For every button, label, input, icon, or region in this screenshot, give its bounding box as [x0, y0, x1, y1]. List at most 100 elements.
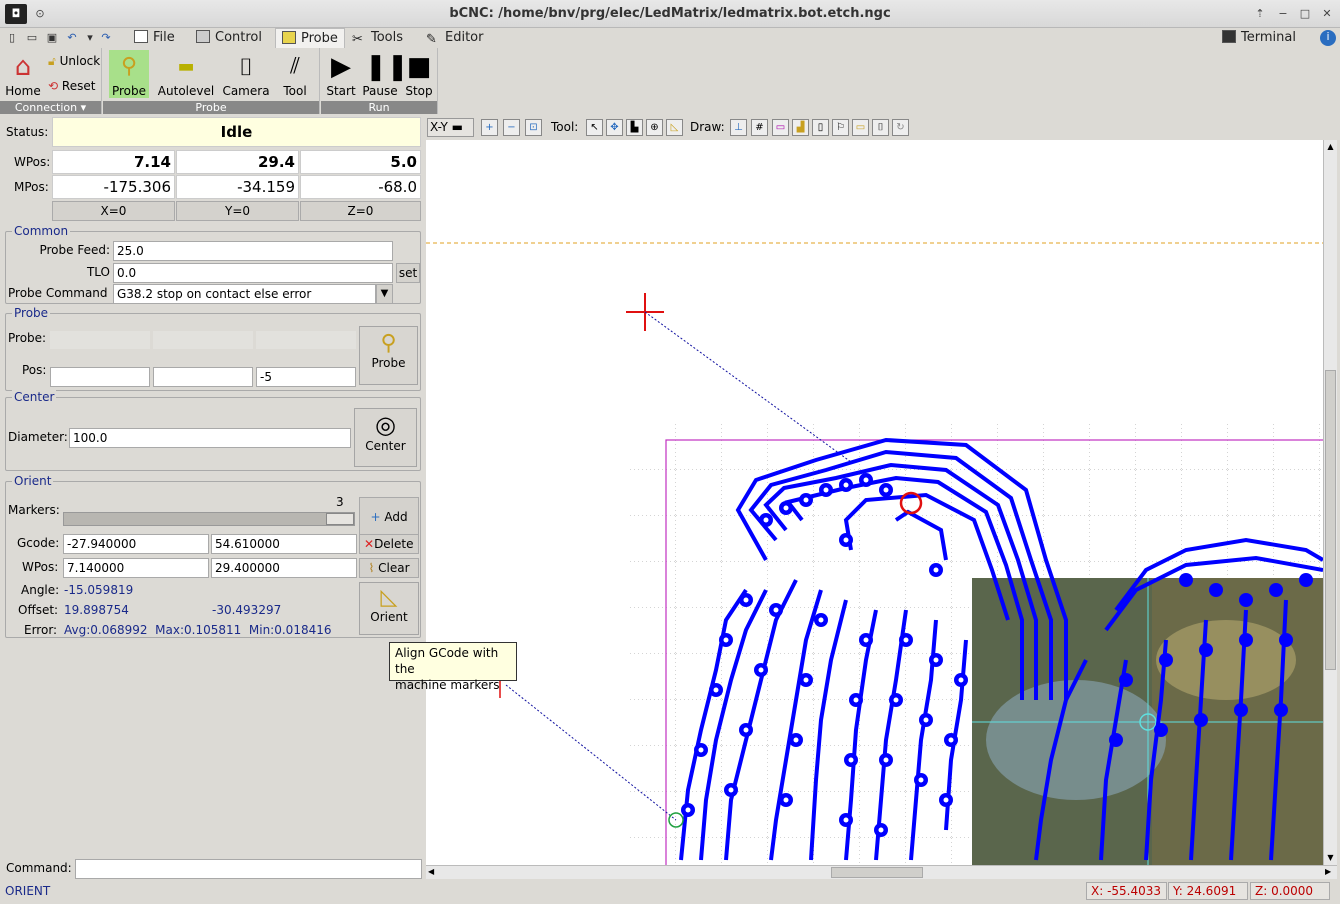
- grid-icon[interactable]: #: [751, 119, 768, 136]
- gantry-icon[interactable]: ▙: [626, 119, 643, 136]
- open-file-icon[interactable]: ▭: [25, 31, 39, 45]
- orient-tooltip: Align GCode with the machine markers: [389, 642, 517, 692]
- new-file-icon[interactable]: ▯: [5, 31, 19, 45]
- status-bar: ORIENT X: -55.4033 Y: 24.6091 Z: 0.0000: [0, 880, 1340, 904]
- stop-button[interactable]: ■ Stop: [399, 50, 439, 98]
- autolevel-button[interactable]: ▬ Autolevel: [157, 50, 215, 98]
- add-marker-button[interactable]: + Add: [359, 497, 419, 537]
- scroll-right-icon[interactable]: ▶: [1325, 867, 1335, 878]
- vertical-scroll-thumb[interactable]: [1325, 370, 1336, 670]
- reset-button[interactable]: ⟲ Reset: [48, 76, 95, 96]
- zero-x-button[interactable]: X=0: [52, 201, 175, 221]
- unlock-button[interactable]: 🔓︎ Unlock: [48, 51, 100, 71]
- zero-y-button[interactable]: Y=0: [176, 201, 299, 221]
- probe-icon: ⚲: [120, 54, 138, 79]
- ruler-icon[interactable]: ◺: [666, 119, 683, 136]
- probe-pos-label: Pos:: [22, 363, 47, 377]
- probe-button-label: Probe: [371, 356, 406, 370]
- orient-wpos-x-input[interactable]: 7.140000: [63, 558, 209, 578]
- delete-marker-button[interactable]: ✕Delete: [359, 534, 419, 554]
- horizontal-scroll-thumb[interactable]: [831, 867, 923, 878]
- paths-icon[interactable]: ▭: [852, 119, 869, 136]
- tab-control[interactable]: Control: [190, 28, 268, 48]
- save-icon[interactable]: ▣: [45, 31, 59, 45]
- tab-file[interactable]: File: [128, 28, 181, 48]
- horizontal-scrollbar[interactable]: ◀ ▶: [426, 865, 1337, 879]
- orient-button-label: Orient: [370, 610, 408, 624]
- orient-button[interactable]: ◺ Orient: [359, 582, 419, 635]
- tab-file-label: File: [153, 30, 175, 45]
- center-button[interactable]: ◎ Center: [354, 408, 417, 467]
- status-label: Status:: [6, 125, 49, 139]
- gcode-canvas[interactable]: [426, 140, 1323, 865]
- workarea-icon[interactable]: ▯: [812, 119, 829, 136]
- axes-icon[interactable]: ⊥: [730, 119, 747, 136]
- probe-pos-y-input[interactable]: [153, 367, 253, 387]
- probe-feed-input[interactable]: 25.0: [113, 241, 393, 261]
- tab-editor[interactable]: ✎ Editor: [420, 28, 489, 48]
- tlo-input[interactable]: 0.0: [113, 263, 393, 283]
- pan-icon[interactable]: ✥: [606, 119, 623, 136]
- refresh-icon[interactable]: ↻: [892, 119, 909, 136]
- connection-group-label[interactable]: Connection ▾: [0, 101, 101, 114]
- vertical-scrollbar[interactable]: ▲ ▼: [1323, 140, 1337, 865]
- home-button[interactable]: ⌂ Home: [3, 50, 43, 98]
- keep-above-icon[interactable]: ⇡: [1252, 6, 1268, 22]
- scroll-down-icon[interactable]: ▼: [1325, 853, 1336, 863]
- probe-icon: ⚲: [380, 331, 397, 356]
- zero-z-button[interactable]: Z=0: [300, 201, 421, 221]
- status-z-coord: Z: 0.0000: [1250, 882, 1330, 900]
- start-button[interactable]: ▶ Start: [321, 50, 361, 98]
- tlo-set-button[interactable]: set: [396, 263, 420, 283]
- gcode-x-input[interactable]: -27.940000: [63, 534, 209, 554]
- zoom-out-icon[interactable]: −: [503, 119, 520, 136]
- margins-icon[interactable]: ▭: [772, 119, 789, 136]
- scroll-up-icon[interactable]: ▲: [1325, 142, 1336, 152]
- zoom-in-icon[interactable]: +: [481, 119, 498, 136]
- orient-title: Orient: [12, 474, 54, 488]
- title-bar: ◘ ⊙ bCNC: /home/bnv/prg/elec/LedMatrix/l…: [0, 0, 1340, 28]
- minimize-icon[interactable]: −: [1275, 6, 1291, 22]
- probe-pos-x-input[interactable]: [50, 367, 150, 387]
- chevron-down-icon[interactable]: ▼: [376, 284, 393, 304]
- probe-command-select[interactable]: G38.2 stop on contact else error: [113, 284, 376, 304]
- pause-button[interactable]: ❚❚ Pause: [360, 50, 408, 98]
- zoom-fit-icon[interactable]: ⊡: [525, 119, 542, 136]
- markers-slider-handle[interactable]: [326, 513, 354, 525]
- tab-tools[interactable]: ✂ Tools: [346, 28, 409, 48]
- orient-wpos-y-input[interactable]: 29.400000: [211, 558, 357, 578]
- undo-icon[interactable]: ↶: [65, 31, 79, 45]
- tab-editor-label: Editor: [445, 30, 484, 45]
- markers-slider[interactable]: [63, 512, 355, 526]
- tab-terminal[interactable]: Terminal: [1216, 28, 1302, 48]
- plus-icon: +: [370, 510, 381, 524]
- undo-dropdown-icon[interactable]: ▾: [83, 31, 97, 45]
- orient-icon: ◺: [380, 585, 398, 610]
- tool-button[interactable]: ⫽ Tool: [277, 50, 313, 98]
- diameter-input[interactable]: 100.0: [69, 428, 351, 448]
- probe-pos-z-input[interactable]: -5: [256, 367, 356, 387]
- redo-icon[interactable]: ↷: [99, 31, 113, 45]
- select-icon[interactable]: ↖: [586, 119, 603, 136]
- view-select[interactable]: X-Y ▬: [427, 118, 474, 137]
- camera-draw-icon[interactable]: ⌷: [872, 119, 889, 136]
- command-input[interactable]: [75, 859, 422, 879]
- rapid-icon[interactable]: ⚐: [832, 119, 849, 136]
- camera-button[interactable]: ⌷ Camera: [221, 50, 271, 98]
- info-icon[interactable]: i: [1320, 30, 1336, 46]
- origin-icon[interactable]: ⊕: [646, 119, 663, 136]
- probe-command-label: Probe Command: [8, 286, 108, 300]
- markers-label: Markers:: [8, 503, 60, 517]
- markers-count: 3: [336, 495, 344, 509]
- file-tab-icon: [134, 30, 148, 43]
- close-icon[interactable]: ✕: [1319, 6, 1335, 22]
- tab-probe[interactable]: Probe: [275, 28, 345, 48]
- scroll-left-icon[interactable]: ◀: [428, 867, 438, 878]
- probe-ribbon-button[interactable]: ⚲ Probe: [109, 50, 149, 98]
- probe-draw-icon[interactable]: ▟: [792, 119, 809, 136]
- gcode-y-input[interactable]: 54.610000: [211, 534, 357, 554]
- maximize-icon[interactable]: □: [1297, 6, 1313, 22]
- clear-markers-button[interactable]: ⌇ Clear: [359, 558, 419, 578]
- probe-button[interactable]: ⚲ Probe: [359, 326, 418, 385]
- offset-x-value: 19.898754: [64, 603, 129, 617]
